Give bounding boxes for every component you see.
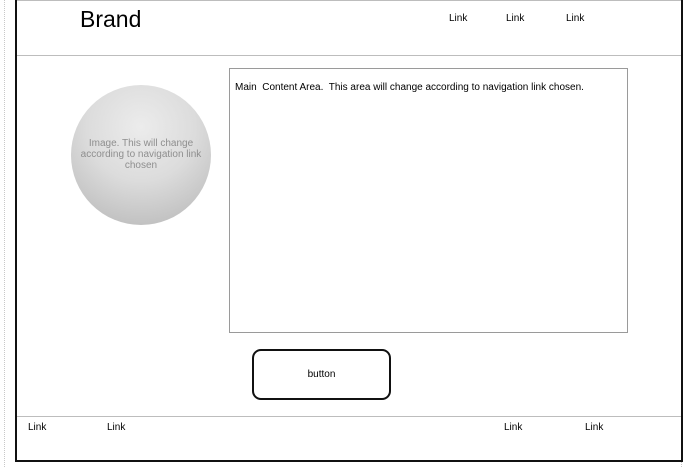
footer-link-4[interactable]: Link [585,422,603,434]
brand-logo[interactable]: Brand [80,5,141,33]
primary-button[interactable]: button [252,349,391,400]
footer-divider [17,416,681,417]
header: Brand Link Link Link [17,0,681,56]
hero-image-caption: Image. This will change according to nav… [80,138,202,171]
footer-link-2[interactable]: Link [107,422,125,434]
main-content-area: Main Content Area. This area will change… [229,68,628,333]
left-guide-line [4,0,5,467]
main-content-text: Main Content Area. This area will change… [235,82,584,93]
nav-link-3[interactable]: Link [566,13,584,25]
footer-link-3[interactable]: Link [504,422,522,434]
nav-link-1[interactable]: Link [449,13,467,25]
nav-link-2[interactable]: Link [506,13,524,25]
footer-link-1[interactable]: Link [28,422,46,434]
